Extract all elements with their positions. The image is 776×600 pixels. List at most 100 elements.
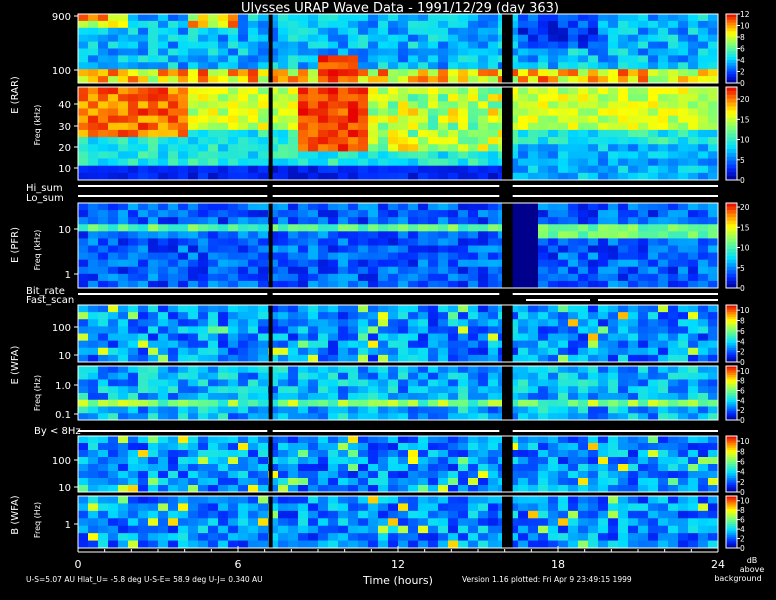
heatmap-cell: [378, 273, 389, 282]
heatmap-cell: [408, 443, 419, 451]
heatmap-cell: [638, 158, 649, 167]
colorbar-step: [726, 352, 737, 356]
heatmap-cell: [108, 62, 119, 70]
heatmap-cell: [598, 203, 609, 211]
heatmap-cell: [288, 379, 299, 387]
heatmap-cell: [248, 471, 259, 479]
heatmap-cell: [578, 115, 589, 124]
heatmap-cell: [198, 393, 209, 401]
heatmap-cell: [208, 259, 219, 268]
heatmap-cell: [358, 245, 369, 253]
heatmap-cell: [128, 525, 139, 534]
heatmap-cell: [548, 165, 559, 174]
heatmap-cell: [298, 122, 309, 131]
y-tick-label: 100: [52, 66, 71, 77]
heatmap-cell: [348, 406, 359, 414]
heatmap-cell: [208, 224, 219, 232]
heatmap-cell: [388, 122, 399, 131]
heatmap-cell: [468, 129, 479, 138]
heatmap-cell: [428, 510, 439, 519]
heatmap-cell: [128, 165, 139, 174]
heatmap-cell: [658, 203, 669, 211]
heatmap-cell: [608, 151, 619, 159]
heatmap-cell: [478, 457, 489, 465]
heatmap-cell: [138, 27, 149, 36]
heatmap-cell: [198, 217, 209, 225]
heatmap-cell: [398, 386, 409, 394]
heatmap-cell: [458, 280, 469, 289]
heatmap-cell: [408, 20, 419, 29]
heatmap-cell: [178, 165, 189, 174]
heatmap-cell: [368, 101, 379, 109]
heatmap-cell: [548, 436, 559, 444]
heatmap-cell: [358, 379, 369, 387]
heatmap-cell: [138, 14, 149, 22]
heatmap-cell: [308, 413, 319, 421]
heatmap-cell: [538, 158, 549, 167]
heatmap-cell: [218, 379, 229, 387]
heatmap-cell: [308, 69, 319, 77]
heatmap-cell: [368, 485, 379, 493]
heatmap-cell: [458, 76, 469, 84]
heatmap-cell: [518, 48, 529, 56]
heatmap-cell: [348, 393, 359, 401]
heatmap-cell: [108, 533, 119, 541]
heatmap-cell: [448, 203, 459, 211]
heatmap-cell: [658, 20, 669, 29]
heatmap-cell: [418, 406, 429, 414]
heatmap-cell: [698, 399, 709, 407]
heatmap-cell: [618, 533, 629, 541]
heatmap-cell: [178, 457, 189, 465]
heatmap-cell: [668, 436, 679, 444]
heatmap-cell: [648, 27, 659, 36]
heatmap-cell: [78, 485, 89, 493]
heatmap-cell: [608, 231, 619, 239]
colorbar-step: [726, 468, 737, 472]
heatmap-cell: [578, 144, 589, 152]
heatmap-cell: [168, 231, 179, 239]
heatmap-cell: [468, 245, 479, 253]
heatmap-cell: [208, 203, 219, 211]
heatmap-cell: [518, 14, 529, 22]
heatmap-cell: [648, 48, 659, 56]
heatmap-cell: [398, 165, 409, 174]
heatmap-cell: [238, 533, 249, 541]
heatmap-cell: [408, 280, 419, 289]
heatmap-cell: [418, 101, 429, 109]
heatmap-cell: [628, 144, 639, 152]
heatmap-cell: [688, 386, 699, 394]
heatmap-cell: [168, 406, 179, 414]
heatmap-cell: [208, 413, 219, 421]
heatmap-cell: [608, 518, 619, 527]
heatmap-cell: [98, 115, 109, 124]
heatmap-cell: [238, 48, 249, 56]
heatmap-cell: [618, 210, 629, 218]
colorbar-step: [726, 478, 737, 481]
heatmap-cell: [488, 266, 499, 275]
heatmap-cell: [588, 34, 599, 42]
heatmap-cell: [378, 379, 389, 387]
heatmap-cell: [348, 210, 359, 218]
heatmap-cell: [648, 326, 659, 334]
heatmap-cell: [648, 518, 659, 527]
heatmap-cell: [388, 217, 399, 225]
heatmap-cell: [608, 14, 619, 22]
colorbar-step: [726, 34, 737, 38]
heatmap-cell: [118, 478, 129, 486]
heatmap-cell: [248, 224, 259, 232]
heatmap-cell: [308, 305, 319, 313]
heatmap-cell: [338, 129, 349, 138]
heatmap-cell: [338, 203, 349, 211]
heatmap-cell: [698, 496, 709, 504]
heatmap-cell: [358, 165, 369, 174]
heatmap-cell: [198, 172, 209, 181]
heatmap-cell: [518, 266, 529, 275]
heatmap-cell: [448, 41, 459, 49]
heatmap-cell: [88, 413, 99, 421]
heatmap-cell: [108, 210, 119, 218]
heatmap-cell: [708, 69, 719, 77]
heatmap-cell: [308, 238, 319, 246]
heatmap-cell: [118, 393, 129, 401]
heatmap-cell: [328, 443, 339, 451]
heatmap-cell: [448, 485, 459, 493]
